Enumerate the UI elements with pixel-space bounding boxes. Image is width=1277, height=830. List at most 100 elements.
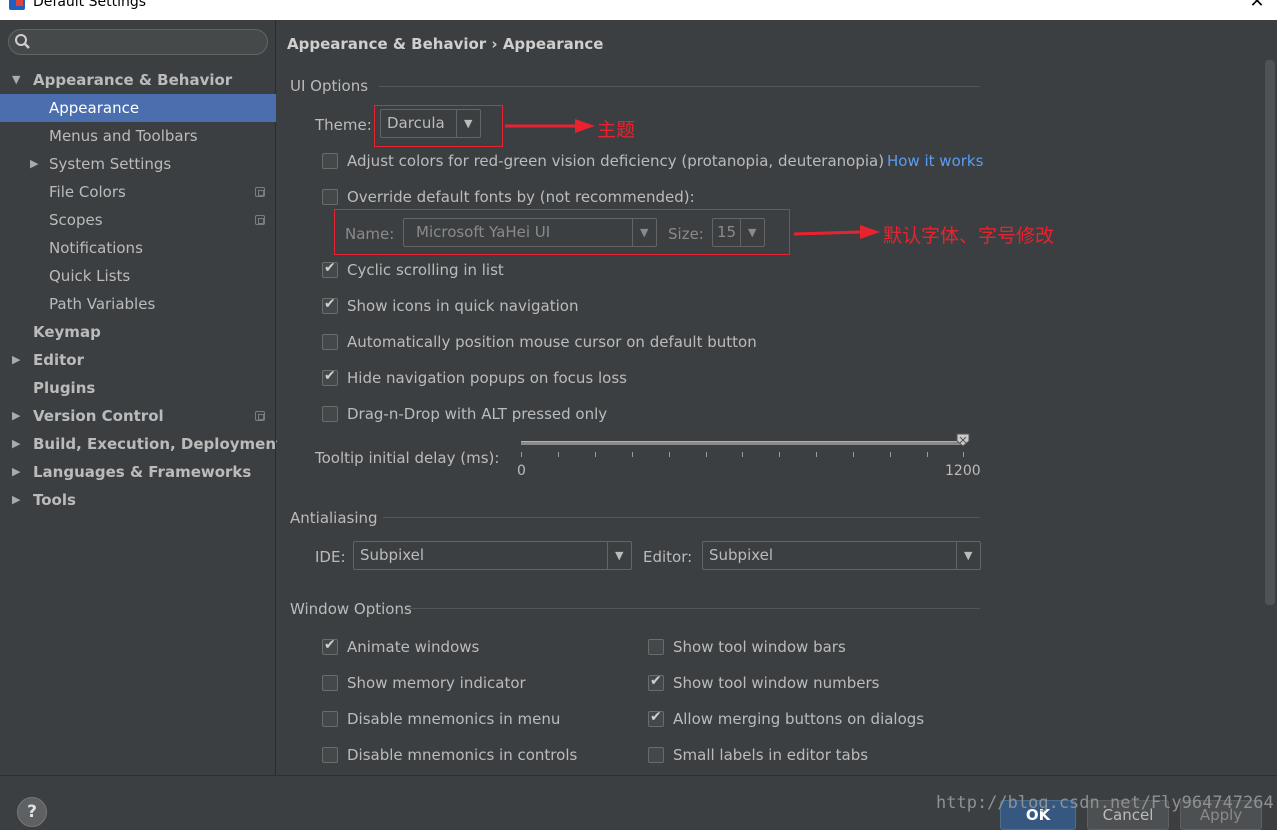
slider-tick [853,452,854,457]
font-highlight-box [334,209,790,255]
drag-drop-label: Drag-n-Drop with ALT pressed only [347,405,608,423]
sidebar-item-notifications[interactable]: Notifications [0,234,276,262]
collapsed-arrow-icon[interactable]: ▶ [30,150,38,178]
sidebar-item-languages-frameworks[interactable]: ▶ Languages & Frameworks [0,458,276,486]
collapsed-arrow-icon[interactable]: ▶ [12,346,20,374]
sidebar-item-quick-lists[interactable]: Quick Lists [0,262,276,290]
sidebar-item-label: Version Control [33,407,164,425]
sidebar-item-label: Plugins [33,379,96,397]
search-icon [15,34,30,49]
animate-windows-label: Animate windows [347,638,480,656]
disable-mnemonics-controls-label: Disable mnemonics in controls [347,746,578,764]
section-divider [407,608,980,609]
search-input[interactable] [8,29,268,55]
small-labels-checkbox[interactable] [648,747,664,763]
slider-tick [927,452,928,457]
editor-antialiasing-select[interactable]: Subpixel ▼ [702,541,981,570]
sidebar-item-version-control[interactable]: ▶ Version Control [0,402,276,430]
project-settings-icon [255,187,265,197]
project-settings-icon [255,411,265,421]
slider-tick [521,452,522,457]
window-title: Default Settings [33,0,147,10]
chevron-down-icon: ▼ [615,549,624,562]
app-icon [9,0,25,10]
dropdown-button[interactable]: ▼ [607,542,631,569]
show-icons-checkbox[interactable] [322,296,338,314]
drag-drop-checkbox[interactable] [322,406,338,422]
sidebar-item-label: Build, Execution, Deployment [33,435,284,453]
sidebar-item-tools[interactable]: ▶ Tools [0,486,276,514]
collapsed-arrow-icon[interactable]: ▶ [12,402,20,430]
sidebar-item-appearance-behavior[interactable]: ▼ Appearance & Behavior [0,66,276,94]
window-options-title: Window Options [290,600,412,618]
hide-popups-label: Hide navigation popups on focus loss [347,369,627,387]
editor-antialiasing-value: Subpixel [709,546,774,564]
breadcrumb: Appearance & Behavior › Appearance [287,35,604,53]
collapsed-arrow-icon[interactable]: ▶ [12,458,20,486]
tooltip-delay-label: Tooltip initial delay (ms): [315,449,500,467]
show-tool-numbers-label: Show tool window numbers [673,674,880,692]
settings-sidebar: ▼ Appearance & Behavior Appearance Menus… [0,20,283,775]
antialiasing-title: Antialiasing [290,509,378,527]
expanded-arrow-icon: ▼ [12,73,21,86]
sidebar-item-scopes[interactable]: Scopes [0,206,276,234]
sidebar-item-label: Tools [33,491,76,509]
cyclic-scrolling-checkbox[interactable] [322,260,338,278]
sidebar-item-path-variables[interactable]: Path Variables [0,290,276,318]
show-tool-numbers-checkbox[interactable] [648,673,664,691]
disable-mnemonics-menu-checkbox[interactable] [322,711,338,727]
dialog-footer: ? OK Cancel Apply http://blog.csdn.net/F… [0,775,1277,830]
disable-mnemonics-menu-label: Disable mnemonics in menu [347,710,561,728]
sidebar-item-plugins[interactable]: Plugins [0,374,276,402]
sidebar-item-label: Keymap [33,323,101,341]
show-memory-checkbox[interactable] [322,675,338,691]
collapsed-arrow-icon[interactable]: ▶ [12,486,20,514]
slider-tick [816,452,817,457]
disable-mnemonics-controls-checkbox[interactable] [322,747,338,763]
sidebar-item-label: Notifications [49,239,143,257]
slider-tick [890,452,891,457]
sidebar-item-menus-toolbars[interactable]: Menus and Toolbars [0,122,276,150]
slider-tick [779,452,780,457]
sidebar-item-editor[interactable]: ▶ Editor [0,346,276,374]
show-tool-bars-label: Show tool window bars [673,638,846,656]
ui-options-title: UI Options [290,77,369,95]
chevron-down-icon: ▼ [964,549,973,562]
ide-antialiasing-select[interactable]: Subpixel ▼ [353,541,632,570]
help-button[interactable]: ? [17,797,47,827]
cyclic-scrolling-label: Cyclic scrolling in list [347,261,504,279]
vertical-scrollbar[interactable] [1265,60,1275,605]
sidebar-item-label: System Settings [49,155,172,173]
tooltip-delay-slider[interactable] [521,441,963,445]
slider-min-label: 0 [517,463,526,479]
ide-antialiasing-label: IDE: [315,548,346,566]
sidebar-item-system-settings[interactable]: ▶ System Settings [0,150,276,178]
auto-position-checkbox[interactable] [322,334,338,350]
sidebar-item-file-colors[interactable]: File Colors [0,178,276,206]
sidebar-item-label: Editor [33,351,84,369]
override-fonts-checkbox[interactable] [322,189,338,205]
hide-popups-checkbox[interactable] [322,368,338,386]
sidebar-item-build-execution-deployment[interactable]: ▶ Build, Execution, Deployment [0,430,283,458]
sidebar-item-label: Appearance [49,99,140,117]
theme-highlight-box [374,105,503,147]
sidebar-item-label: Quick Lists [49,267,131,285]
slider-thumb-icon[interactable] [956,433,970,447]
section-divider [379,86,980,87]
collapsed-arrow-icon[interactable]: ▶ [12,430,20,458]
animate-windows-checkbox[interactable] [322,637,338,655]
section-divider [383,517,980,518]
sidebar-item-keymap[interactable]: Keymap [0,318,276,346]
override-fonts-label: Override default fonts by (not recommend… [347,188,695,206]
sidebar-item-appearance[interactable]: Appearance [0,94,276,122]
project-settings-icon [255,215,265,225]
slider-tick [669,452,670,457]
window-title-bar: Default Settings ✕ [0,0,1277,20]
adjust-colors-checkbox[interactable] [322,153,338,169]
show-tool-bars-checkbox[interactable] [648,639,664,655]
theme-label: Theme: [315,116,372,134]
how-it-works-link[interactable]: How it works [887,152,983,170]
allow-merging-checkbox[interactable] [648,709,664,727]
dropdown-button[interactable]: ▼ [956,542,980,569]
close-icon[interactable]: ✕ [1247,0,1267,12]
